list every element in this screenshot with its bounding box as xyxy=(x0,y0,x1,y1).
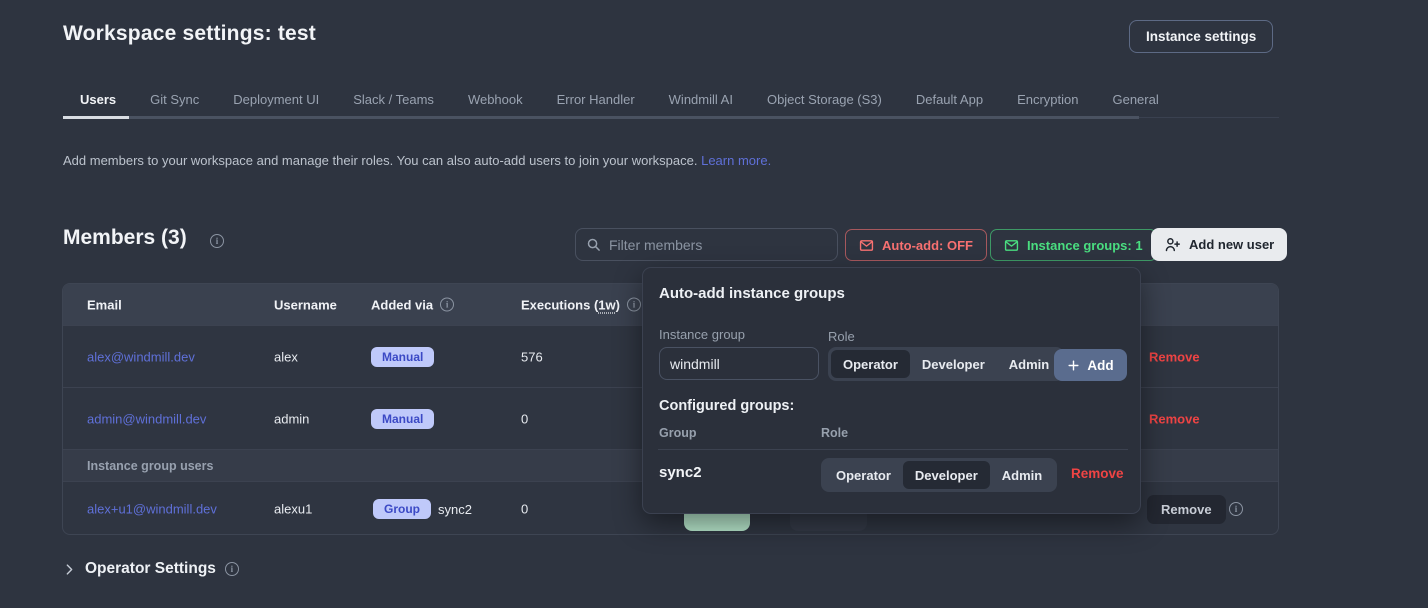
executions-label-prefix: Executions ( xyxy=(521,297,598,312)
member-executions: 576 xyxy=(521,349,543,364)
added-via-info-icon[interactable]: i xyxy=(440,298,454,312)
mail-icon xyxy=(859,238,874,253)
operator-settings-label: Operator Settings xyxy=(85,560,216,578)
executions-label-suffix: ) xyxy=(616,297,620,312)
configured-groups-heading: Configured groups: xyxy=(659,398,794,414)
role-segmented-control: Operator Developer Admin xyxy=(828,347,1064,381)
executions-window: 1w xyxy=(598,297,615,312)
plus-icon xyxy=(1067,359,1080,372)
auto-add-instance-groups-popup: Auto-add instance groups Instance group … xyxy=(642,267,1141,514)
learn-more-link[interactable]: Learn more. xyxy=(701,153,771,168)
tab-git-sync[interactable]: Git Sync xyxy=(133,90,216,116)
role-option-developer[interactable]: Developer xyxy=(910,350,997,378)
chevron-right-icon xyxy=(63,563,76,576)
remove-member-button[interactable]: Remove xyxy=(1149,349,1200,364)
instance-group-input[interactable] xyxy=(659,347,819,380)
role-option-operator[interactable]: Operator xyxy=(824,461,903,489)
tab-error-handler[interactable]: Error Handler xyxy=(540,90,652,116)
configured-role-segmented-control: Operator Developer Admin xyxy=(821,458,1057,492)
members-info-icon[interactable]: i xyxy=(210,234,224,248)
tab-slack-teams[interactable]: Slack / Teams xyxy=(336,90,451,116)
group-column-header: Group xyxy=(659,426,697,440)
mail-icon xyxy=(1004,238,1019,253)
added-via-label: Added via xyxy=(371,297,433,312)
tab-encryption[interactable]: Encryption xyxy=(1000,90,1095,116)
added-via-badge: Manual xyxy=(371,347,434,367)
remove-member-button[interactable]: Remove xyxy=(1147,495,1226,524)
member-group-name: sync2 xyxy=(438,502,472,517)
description-text: Add members to your workspace and manage… xyxy=(63,153,697,168)
add-new-user-button[interactable]: Add new user xyxy=(1151,228,1287,261)
instance-settings-button[interactable]: Instance settings xyxy=(1129,20,1273,53)
tab-users[interactable]: Users xyxy=(63,90,133,116)
workspace-settings-page: Workspace settings: test Instance settin… xyxy=(0,0,1428,608)
member-email-link[interactable]: admin@windmill.dev xyxy=(87,411,206,426)
instance-group-label: Instance group xyxy=(659,327,745,342)
tabbar-underline-track xyxy=(63,116,1139,119)
added-via-badge: Manual xyxy=(371,409,434,429)
settings-tabbar: Users Git Sync Deployment UI Slack / Tea… xyxy=(63,90,1176,116)
member-executions: 0 xyxy=(521,502,528,517)
tabbar-border-extension xyxy=(1139,117,1279,118)
tab-webhook[interactable]: Webhook xyxy=(451,90,540,116)
member-email-link[interactable]: alex@windmill.dev xyxy=(87,349,195,364)
role-option-admin[interactable]: Admin xyxy=(997,350,1061,378)
role-column-header: Role xyxy=(821,426,848,440)
auto-add-button[interactable]: Auto-add: OFF xyxy=(845,229,987,261)
col-header-executions: Executions (1w) i xyxy=(521,297,641,312)
tab-deployment-ui[interactable]: Deployment UI xyxy=(216,90,336,116)
remove-member-button[interactable]: Remove xyxy=(1149,411,1200,426)
add-new-user-label: Add new user xyxy=(1189,237,1274,252)
member-username: alex xyxy=(274,349,298,364)
col-header-added-via: Added via i xyxy=(371,297,454,312)
operator-settings-toggle[interactable]: Operator Settings i xyxy=(63,560,239,578)
member-username: admin xyxy=(274,411,309,426)
person-plus-icon xyxy=(1164,236,1181,253)
members-heading: Members (3) xyxy=(63,226,187,250)
instance-groups-button[interactable]: Instance groups: 1 xyxy=(990,229,1157,261)
section-label: Instance group users xyxy=(87,459,213,473)
page-title: Workspace settings: test xyxy=(63,22,316,46)
operator-settings-info-icon[interactable]: i xyxy=(225,562,239,576)
role-option-operator[interactable]: Operator xyxy=(831,350,910,378)
role-label: Role xyxy=(828,329,855,344)
remove-group-button[interactable]: Remove xyxy=(1071,466,1124,481)
member-username: alexu1 xyxy=(274,502,312,517)
col-header-email: Email xyxy=(87,297,122,312)
member-email-link[interactable]: alex+u1@windmill.dev xyxy=(87,502,217,517)
popup-title: Auto-add instance groups xyxy=(659,285,845,302)
add-group-button[interactable]: Add xyxy=(1054,349,1127,381)
auto-add-label: Auto-add: OFF xyxy=(882,238,973,253)
tab-object-storage[interactable]: Object Storage (S3) xyxy=(750,90,899,116)
executions-info-icon[interactable]: i xyxy=(627,298,641,312)
tab-windmill-ai[interactable]: Windmill AI xyxy=(652,90,750,116)
popup-divider xyxy=(658,449,1128,450)
member-executions: 0 xyxy=(521,411,528,426)
row-info-icon[interactable]: i xyxy=(1229,502,1243,516)
members-description: Add members to your workspace and manage… xyxy=(63,153,771,168)
role-option-admin[interactable]: Admin xyxy=(990,461,1054,489)
tabbar-active-indicator xyxy=(63,116,129,119)
instance-groups-label: Instance groups: 1 xyxy=(1027,238,1143,253)
filter-members-input[interactable] xyxy=(609,237,809,253)
col-header-username: Username xyxy=(274,297,337,312)
search-icon xyxy=(586,237,601,252)
filter-members-searchbox[interactable] xyxy=(575,228,838,261)
added-via-badge: Group xyxy=(373,499,431,519)
role-option-developer[interactable]: Developer xyxy=(903,461,990,489)
tab-general[interactable]: General xyxy=(1095,90,1175,116)
tab-default-app[interactable]: Default App xyxy=(899,90,1000,116)
configured-group-name: sync2 xyxy=(659,464,702,481)
add-group-label: Add xyxy=(1087,358,1113,373)
